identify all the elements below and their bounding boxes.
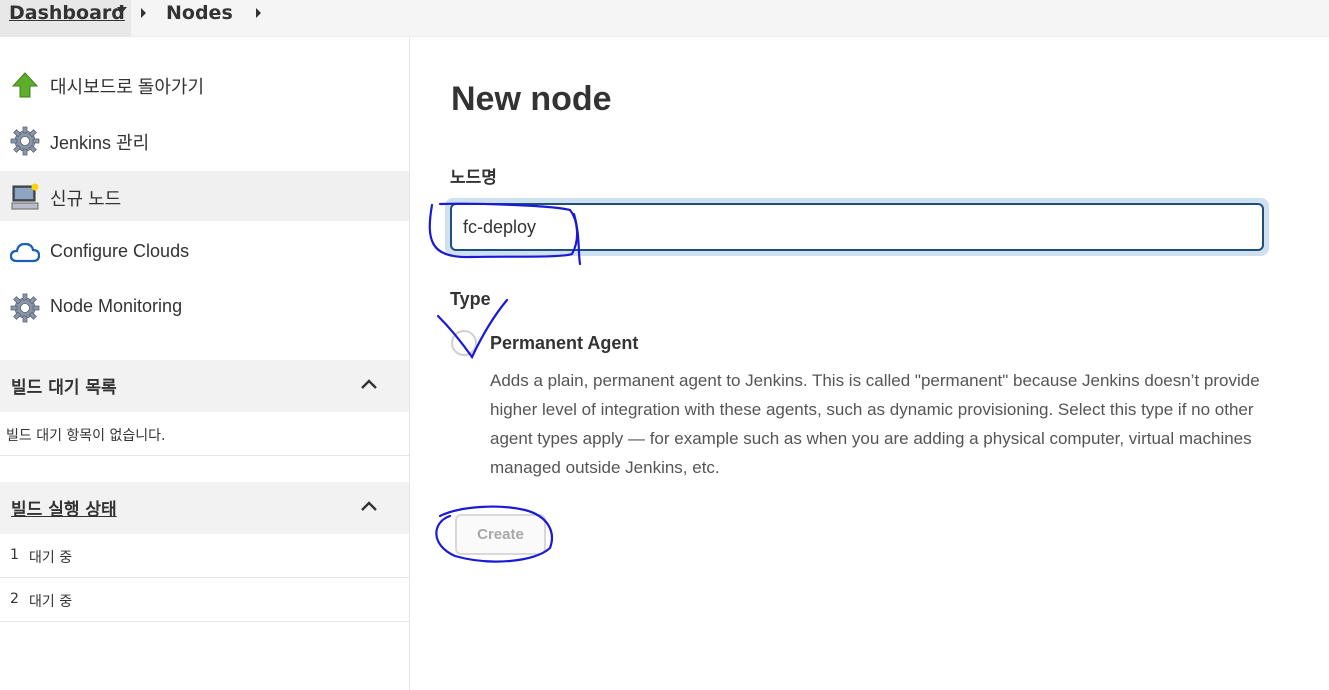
chevron-up-icon[interactable] (360, 500, 378, 512)
sidebar: 대시보드로 돌아가기 Jenkins 관리 신규 노드 Configure Cl… (0, 37, 410, 690)
cloud-icon (10, 242, 40, 263)
node-name-label: 노드명 (450, 168, 497, 188)
create-button[interactable]: Create (455, 514, 546, 555)
breadcrumb-dashboard[interactable]: Dashboard (0, 0, 131, 37)
executor-row: 2 대기 중 (0, 578, 409, 622)
sidebar-item-label: 신규 노드 (50, 189, 122, 209)
permanent-agent-description: Adds a plain, permanent agent to Jenkins… (490, 371, 1260, 477)
executor-status: 대기 중 (29, 594, 73, 610)
sidebar-item-label: 대시보드로 돌아가기 (50, 77, 205, 97)
executor-row: 1 대기 중 (0, 534, 409, 578)
chevron-up-icon[interactable] (360, 378, 378, 390)
node-name-input[interactable] (450, 203, 1264, 251)
sidebar-item-node-monitoring[interactable]: Node Monitoring (0, 282, 409, 332)
sidebar-item-label: Node Monitoring (50, 296, 183, 316)
executor-status-header[interactable]: 빌드 실행 상태 (0, 482, 409, 534)
executor-number: 2 (10, 591, 19, 607)
sidebar-item-back-to-dashboard[interactable]: 대시보드로 돌아가기 (0, 59, 409, 109)
build-queue-empty: 빌드 대기 항목이 없습니다. (0, 412, 409, 456)
type-label: Type (450, 289, 491, 309)
sidebar-item-new-node[interactable]: 신규 노드 (0, 171, 409, 221)
executor-status: 대기 중 (29, 550, 73, 566)
chevron-right-icon (141, 8, 146, 18)
permanent-agent-label[interactable]: Permanent Agent (490, 333, 638, 354)
gear-icon (10, 126, 40, 156)
sidebar-item-configure-clouds[interactable]: Configure Clouds (0, 227, 409, 277)
build-queue-header[interactable]: 빌드 대기 목록 (0, 360, 409, 412)
computer-icon (11, 183, 39, 210)
chevron-right-icon[interactable] (256, 8, 261, 18)
breadcrumb-nodes-link[interactable]: Nodes (166, 2, 233, 24)
breadcrumb-dashboard-link[interactable]: Dashboard (9, 2, 125, 24)
page-title: New node (451, 80, 612, 118)
breadcrumb: Dashboard Nodes (0, 0, 1329, 37)
sidebar-item-label: Jenkins 관리 (50, 133, 150, 153)
sidebar-item-label: Configure Clouds (50, 241, 190, 261)
executor-status-title[interactable]: 빌드 실행 상태 (11, 495, 117, 520)
build-queue-title: 빌드 대기 목록 (11, 378, 117, 398)
up-arrow-icon (11, 72, 39, 98)
build-queue-empty-text: 빌드 대기 항목이 없습니다. (6, 428, 166, 444)
permanent-agent-radio[interactable] (451, 330, 477, 356)
sidebar-item-manage-jenkins[interactable]: Jenkins 관리 (0, 115, 409, 165)
executor-number: 1 (10, 547, 19, 563)
caret-down-icon[interactable] (117, 7, 127, 13)
gear-icon (10, 293, 40, 323)
